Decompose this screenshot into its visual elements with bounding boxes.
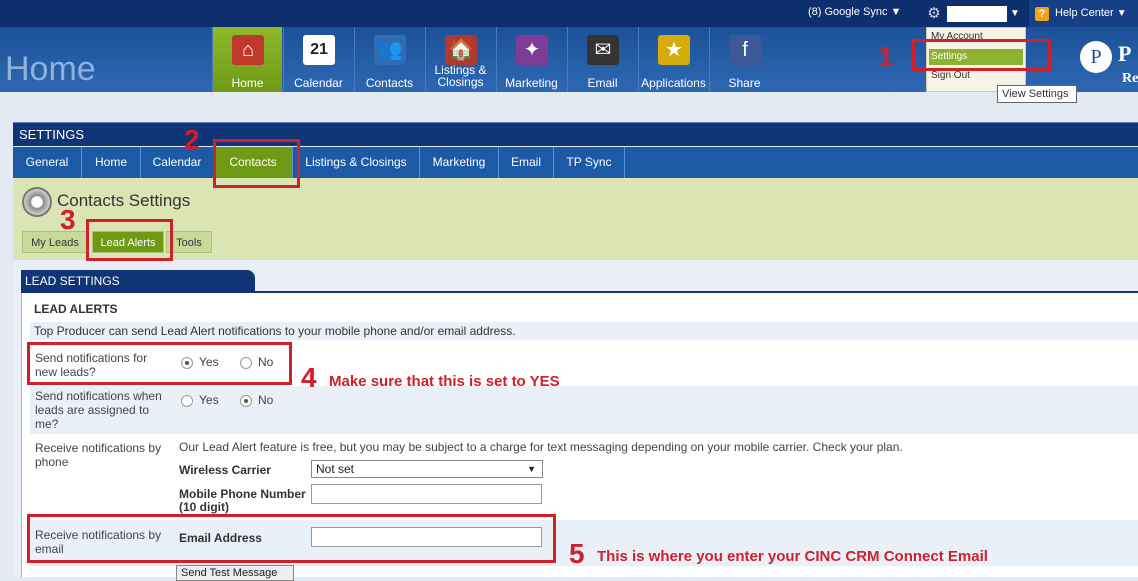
phone-charge-note: Our Lead Alert feature is free, but you … [179, 440, 903, 454]
assigned-yes-label: Yes [199, 393, 219, 407]
tab-listings-closings[interactable]: Listings & Closings [293, 147, 420, 178]
nav-marketing[interactable]: ✦ Marketing [496, 27, 566, 92]
mailbox-icon: ✉ [587, 35, 619, 65]
annotation-box-3 [86, 219, 173, 261]
people-icon: 👥 [374, 35, 406, 65]
brand-logo: P [1080, 41, 1112, 73]
assigned-yes-radio[interactable] [181, 395, 193, 407]
tab-marketing[interactable]: Marketing [420, 147, 499, 178]
apps-icon: ★ [658, 35, 690, 65]
mobile-phone-label: Mobile Phone Number (10 digit) [179, 487, 306, 514]
annotation-box-4 [27, 342, 292, 385]
wireless-carrier-select[interactable]: Not set ▼ [311, 460, 543, 478]
help-center-menu[interactable]: ? Help Center ▼ [1029, 0, 1138, 27]
send-test-message-button[interactable]: Send Test Message [176, 565, 294, 581]
tab-home[interactable]: Home [82, 147, 141, 178]
username-field [947, 5, 1007, 22]
annotation-box-5 [27, 514, 556, 563]
nav-email[interactable]: ✉ Email [567, 27, 637, 92]
tab-email[interactable]: Email [499, 147, 554, 178]
assigned-no-label: No [258, 393, 274, 407]
nav-label: Calendar [294, 76, 343, 90]
assigned-no-radio[interactable] [240, 395, 252, 407]
nav-label: Email [587, 76, 618, 90]
account-menu[interactable]: ⚙ ▼ [926, 0, 1020, 27]
tab-calendar[interactable]: Calendar [141, 147, 214, 178]
nav-applications[interactable]: ★ Applications [638, 27, 708, 92]
annotation-number-3: 3 [60, 204, 76, 235]
annotation-note-4: Make sure that this is set to YES [329, 373, 560, 390]
lead-alerts-title: LEAD ALERTS [34, 302, 118, 316]
annotation-number-1: 1 [878, 41, 894, 72]
chevron-down-icon: ▼ [1116, 8, 1127, 19]
annotation-number-5: 5 [569, 538, 585, 569]
top-bar: (8) Google Sync ▼ ⚙ ▼ ? Help Center ▼ [0, 0, 1138, 27]
share-icon: f [729, 35, 761, 65]
nav-label: Marketing [505, 76, 558, 90]
tab-general[interactable]: General [13, 147, 82, 178]
annotation-number-2: 2 [184, 124, 200, 155]
settings-tabs: General Home Calendar Contacts Listings … [13, 147, 1138, 178]
nav-contacts[interactable]: 👥 Contacts [354, 27, 424, 92]
annotation-box-1 [912, 39, 1051, 71]
nav-label: Applications [641, 76, 706, 90]
house-icon: ⌂ [232, 35, 264, 65]
settings-title-bar: SETTINGS [13, 122, 1138, 146]
phone-question: Receive notifications by phone [35, 441, 162, 469]
help-center-label: Help Center [1055, 7, 1114, 19]
settings-gear-icon [22, 187, 52, 217]
row-assigned-leads [30, 386, 1138, 434]
nav-label: Home [231, 76, 264, 90]
brand-logo-subtext: Re [1122, 71, 1138, 86]
tab-tp-sync[interactable]: TP Sync [554, 147, 625, 178]
assigned-leads-question: Send notifications when leads are assign… [35, 389, 162, 431]
brand-logo-text: P [1118, 41, 1132, 66]
chevron-down-icon: ▼ [527, 464, 536, 474]
nav-label: Listings & Closings [434, 63, 487, 89]
wireless-carrier-value: Not set [316, 462, 355, 476]
annotation-number-4: 4 [301, 362, 317, 393]
calendar-icon: 21 [303, 35, 335, 65]
gear-icon[interactable]: ⚙ [926, 5, 942, 22]
subtab-my-leads[interactable]: My Leads [22, 231, 88, 253]
menu-item-sign-out[interactable]: Sign Out [931, 70, 970, 81]
help-icon: ? [1035, 6, 1049, 21]
nav-calendar[interactable]: 21 Calendar [283, 27, 353, 92]
annotation-note-5: This is where you enter your CINC CRM Co… [597, 548, 988, 565]
nav-label: Share [728, 76, 761, 90]
nav-label: Contacts [365, 76, 414, 90]
wireless-carrier-label: Wireless Carrier [179, 463, 271, 477]
sold-sign-icon: 🏠 [445, 35, 477, 65]
nav-listings-closings[interactable]: 🏠 Listings & Closings [425, 27, 495, 92]
google-sync-menu[interactable]: (8) Google Sync ▼ [808, 0, 901, 27]
lead-settings-header: LEAD SETTINGS [21, 270, 255, 292]
mobile-phone-input[interactable] [311, 484, 542, 504]
lead-alerts-description: Top Producer can send Lead Alert notific… [30, 322, 1138, 340]
tooltip: View Settings [997, 85, 1077, 103]
nav-share[interactable]: f Share [709, 27, 779, 92]
annotation-box-2 [213, 139, 300, 188]
nav-home[interactable]: ⌂ Home [212, 27, 282, 92]
page-title: Home [5, 50, 96, 88]
chevron-down-icon[interactable]: ▼ [1010, 1, 1020, 26]
puzzle-icon: ✦ [516, 35, 548, 65]
section-title: Contacts Settings [57, 191, 191, 210]
